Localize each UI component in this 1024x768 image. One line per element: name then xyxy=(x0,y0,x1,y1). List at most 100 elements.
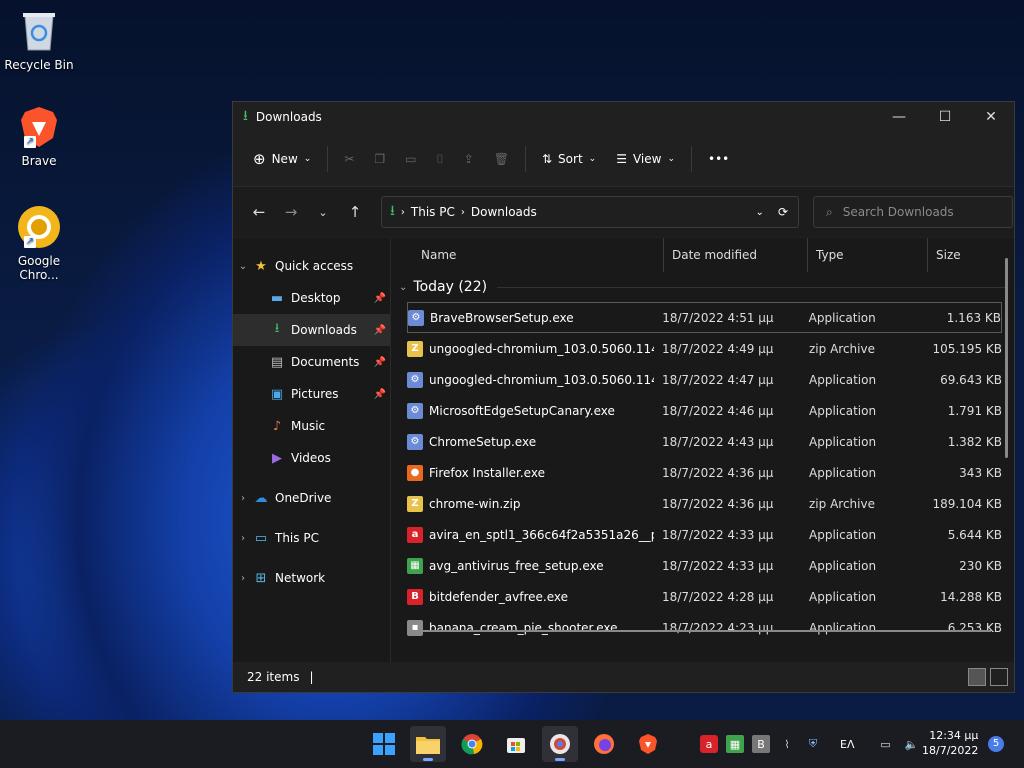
wifi-off-tray-icon[interactable]: ⌇ xyxy=(778,735,796,753)
column-header-date[interactable]: Date modified xyxy=(663,238,807,272)
status-bar: 22 items | xyxy=(233,662,1014,692)
bitdefender-tray-icon[interactable]: B xyxy=(752,735,770,753)
file-size: 14.288 KB xyxy=(940,589,1002,604)
breadcrumb-downloads[interactable]: Downloads xyxy=(471,205,537,219)
file-date: 18/7/2022 4:43 μμ xyxy=(662,434,774,449)
navigation-pane: ⌄ ★ Quick access ▬ Desktop 📌 ⭳ Downloads… xyxy=(233,238,391,662)
chevron-right-icon[interactable]: › xyxy=(233,573,253,584)
file-row[interactable]: ⚙ ChromeSetup.exe 18/7/2022 4:43 μμ Applica… xyxy=(407,426,1002,457)
taskbar-brave[interactable] xyxy=(630,726,666,762)
details-view-button[interactable] xyxy=(968,668,986,686)
file-row[interactable]: ▦ avg_antivirus_free_setup.exe 18/7/2022 4… xyxy=(407,550,1002,581)
taskbar-store[interactable] xyxy=(498,726,534,762)
file-row[interactable]: ⚙ ungoogled-chromium_103.0.5060.114-1....… xyxy=(407,364,1002,395)
group-header-today[interactable]: ⌄ Today (22) xyxy=(391,272,1014,302)
taskbar-chrome-canary[interactable] xyxy=(542,726,578,762)
file-row[interactable]: ⚙ BraveBrowserSetup.exe 18/7/2022 4:51 μμ A… xyxy=(407,302,1002,333)
file-name: bitdefender_avfree.exe xyxy=(429,589,569,604)
file-date: 18/7/2022 4:33 μμ xyxy=(662,527,774,542)
nav-desktop[interactable]: ▬ Desktop 📌 xyxy=(233,282,390,314)
search-box[interactable]: ⌕ Search Downloads xyxy=(813,196,1013,228)
language-indicator[interactable]: ΕΛ xyxy=(840,738,854,751)
copy-button[interactable]: ❐ xyxy=(364,146,395,172)
nav-quick-access[interactable]: ⌄ ★ Quick access xyxy=(233,250,390,282)
clock[interactable]: 12:34 μμ 18/7/2022 xyxy=(922,728,978,758)
taskbar-chrome[interactable] xyxy=(454,726,490,762)
zip-icon: Z xyxy=(407,340,423,357)
navigation-row: ← → ⌄ ↑ ⭳ › This PC › Downloads ⌄ ⟳ ⌕ Se… xyxy=(233,187,1014,237)
back-button[interactable]: ← xyxy=(243,203,275,221)
network-tray-icon[interactable]: ▭ xyxy=(876,735,894,753)
window-title: Downloads xyxy=(255,110,322,124)
file-name: chrome-win.zip xyxy=(429,496,521,511)
refresh-icon[interactable]: ⟳ xyxy=(778,205,788,219)
desktop-icon-chrome-canary[interactable]: ↗ Google Chro... xyxy=(4,204,74,282)
search-icon: ⌕ xyxy=(826,204,833,219)
chevron-down-icon[interactable]: ⌄ xyxy=(233,261,253,272)
notification-badge[interactable]: 5 xyxy=(988,736,1004,752)
paste-button[interactable]: ▭ xyxy=(395,146,426,172)
share-button[interactable]: ⇪ xyxy=(454,146,484,172)
breadcrumb-this-pc[interactable]: This PC xyxy=(411,205,455,219)
rename-button[interactable]: ⌷ xyxy=(426,146,453,173)
file-row[interactable]: Zungoogled-chromium_103.0.5060.114-1....… xyxy=(407,333,1002,364)
chevron-right-icon[interactable]: › xyxy=(233,493,253,504)
sort-icon: ⇅ xyxy=(541,152,553,166)
desktop-icon-recycle-bin[interactable]: Recycle Bin xyxy=(4,8,74,72)
nav-this-pc[interactable]: › ▭ This PC xyxy=(233,522,390,554)
start-button[interactable] xyxy=(366,726,402,762)
chevron-right-icon[interactable]: › xyxy=(233,533,253,544)
title-bar[interactable]: ⭳ Downloads — ☐ ✕ xyxy=(233,102,1014,132)
taskbar-file-explorer[interactable] xyxy=(410,726,446,762)
avira-tray-icon[interactable]: a xyxy=(700,735,718,753)
see-more-button[interactable]: ••• xyxy=(698,146,739,172)
nav-music[interactable]: ♪ Music xyxy=(233,410,390,442)
nav-network[interactable]: › ⊞ Network xyxy=(233,562,390,594)
nav-pictures[interactable]: ▣ Pictures 📌 xyxy=(233,378,390,410)
taskbar-firefox[interactable] xyxy=(586,726,622,762)
arrow-left-icon: ← xyxy=(252,203,266,221)
nav-documents[interactable]: ▤ Documents 📌 xyxy=(233,346,390,378)
horizontal-scrollbar[interactable] xyxy=(411,630,991,632)
nav-onedrive[interactable]: › ☁ OneDrive xyxy=(233,482,390,514)
address-bar[interactable]: ⭳ › This PC › Downloads ⌄ ⟳ xyxy=(381,196,799,228)
volume-icon[interactable]: 🔈 xyxy=(902,735,920,753)
nav-videos[interactable]: ▶ Videos xyxy=(233,442,390,474)
file-row[interactable]: ● Firefox Installer.exe 18/7/2022 4:36 μμ A… xyxy=(407,457,1002,488)
file-name-cell: Zchrome-win.zip xyxy=(407,495,654,512)
recent-locations-button[interactable]: ⌄ xyxy=(307,206,339,219)
taskbar: a ▦ B ⌇ ⛨ ΕΛ ▭ 🔈 12:34 μμ 18/7/2022 5 xyxy=(0,720,1024,768)
nav-label: Pictures xyxy=(291,387,339,401)
delete-button[interactable]: 🗑 xyxy=(484,146,519,172)
minimize-button[interactable]: — xyxy=(876,102,922,132)
view-button[interactable]: ☰ View ⌄ xyxy=(606,146,685,172)
cut-button[interactable]: ✂ xyxy=(334,146,364,172)
column-header-type[interactable]: Type xyxy=(807,238,927,272)
maximize-button[interactable]: ☐ xyxy=(922,102,968,132)
forward-button[interactable]: → xyxy=(275,203,307,221)
file-row[interactable]: ⚙ MicrosoftEdgeSetupCanary.exe 18/7/2022 4… xyxy=(407,395,1002,426)
nav-downloads[interactable]: ⭳ Downloads 📌 xyxy=(233,314,390,346)
file-size: 343 KB xyxy=(959,465,1002,480)
security-tray-icon[interactable]: ⛨ xyxy=(804,735,822,753)
tiles-view-button[interactable] xyxy=(990,668,1008,686)
sort-button[interactable]: ⇅ Sort ⌄ xyxy=(532,146,606,172)
column-header-size[interactable]: Size xyxy=(927,238,999,272)
new-button[interactable]: ⊕ New ⌄ xyxy=(243,144,321,174)
file-row[interactable]: Zchrome-win.zip 18/7/2022 4:36 μμ zip Arch… xyxy=(407,488,1002,519)
chrome-canary-icon: ↗ xyxy=(16,204,62,250)
file-row[interactable]: a avira_en_sptl1_366c64f2a5351a26__phpws.… xyxy=(407,519,1002,550)
file-name-cell: ⚙ ChromeSetup.exe xyxy=(407,433,654,450)
close-button[interactable]: ✕ xyxy=(968,102,1014,132)
avg-tray-icon[interactable]: ▦ xyxy=(726,735,744,753)
file-row[interactable]: ▪ banana_cream_pie_shooter.exe 18/7/2022 4… xyxy=(407,612,1002,643)
chevron-down-icon: ⌄ xyxy=(303,154,312,164)
column-header-name[interactable]: Name xyxy=(391,238,663,272)
file-row[interactable]: Bbitdefender_avfree.exe 18/7/2022 4:28 μμ… xyxy=(407,581,1002,612)
up-button[interactable]: ↑ xyxy=(339,203,371,221)
vertical-scrollbar[interactable] xyxy=(1005,258,1008,458)
status-separator: | xyxy=(309,670,314,684)
file-list: Name Date modified Type Size ⌄ Today (22… xyxy=(391,238,1014,662)
desktop-icon-brave[interactable]: ↗ Brave xyxy=(4,104,74,168)
address-dropdown-icon[interactable]: ⌄ xyxy=(756,207,764,218)
